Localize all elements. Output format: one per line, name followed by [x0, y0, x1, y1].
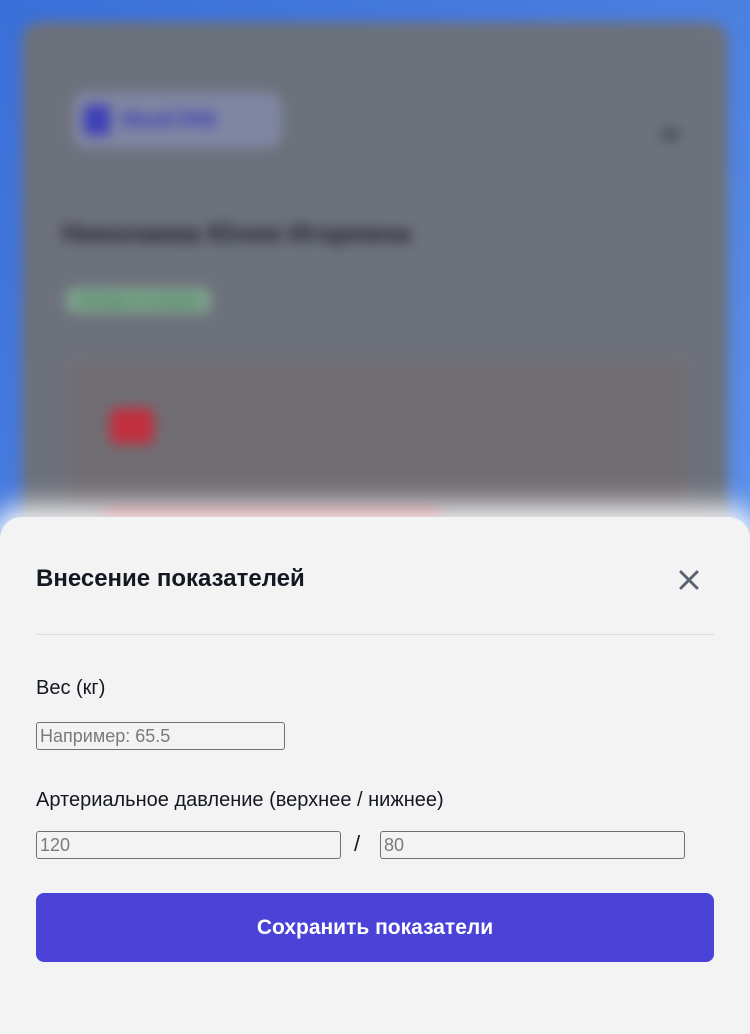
alert-icon — [110, 408, 154, 444]
save-metrics-button[interactable]: Сохранить показатели — [36, 893, 714, 962]
app-logo: MedCRM — [72, 92, 282, 148]
weight-label: Вес (кг) — [36, 677, 106, 699]
modal-title: Внесение показателей — [36, 565, 305, 592]
modal-header: Внесение показателей — [36, 565, 714, 597]
status-badge: Активен в клинике — [66, 288, 211, 313]
blood-pressure-label: Артериальное давление (верхнее / нижнее) — [36, 789, 444, 811]
bp-upper-input[interactable] — [36, 831, 341, 859]
bp-lower-input[interactable] — [380, 831, 685, 859]
bp-separator: / — [354, 831, 361, 856]
close-icon — [679, 570, 699, 590]
weight-input[interactable] — [36, 722, 285, 750]
logo-text: MedCRM — [122, 107, 217, 132]
close-button[interactable] — [672, 563, 706, 597]
logout-icon: ⇥ — [657, 121, 678, 148]
logo-mark-icon — [84, 105, 110, 135]
patient-name: Николаева Юлия Игоревна — [62, 218, 411, 248]
metrics-modal: Внесение показателей Вес (кг) Артериальн… — [0, 517, 750, 1034]
header-divider — [36, 634, 714, 635]
